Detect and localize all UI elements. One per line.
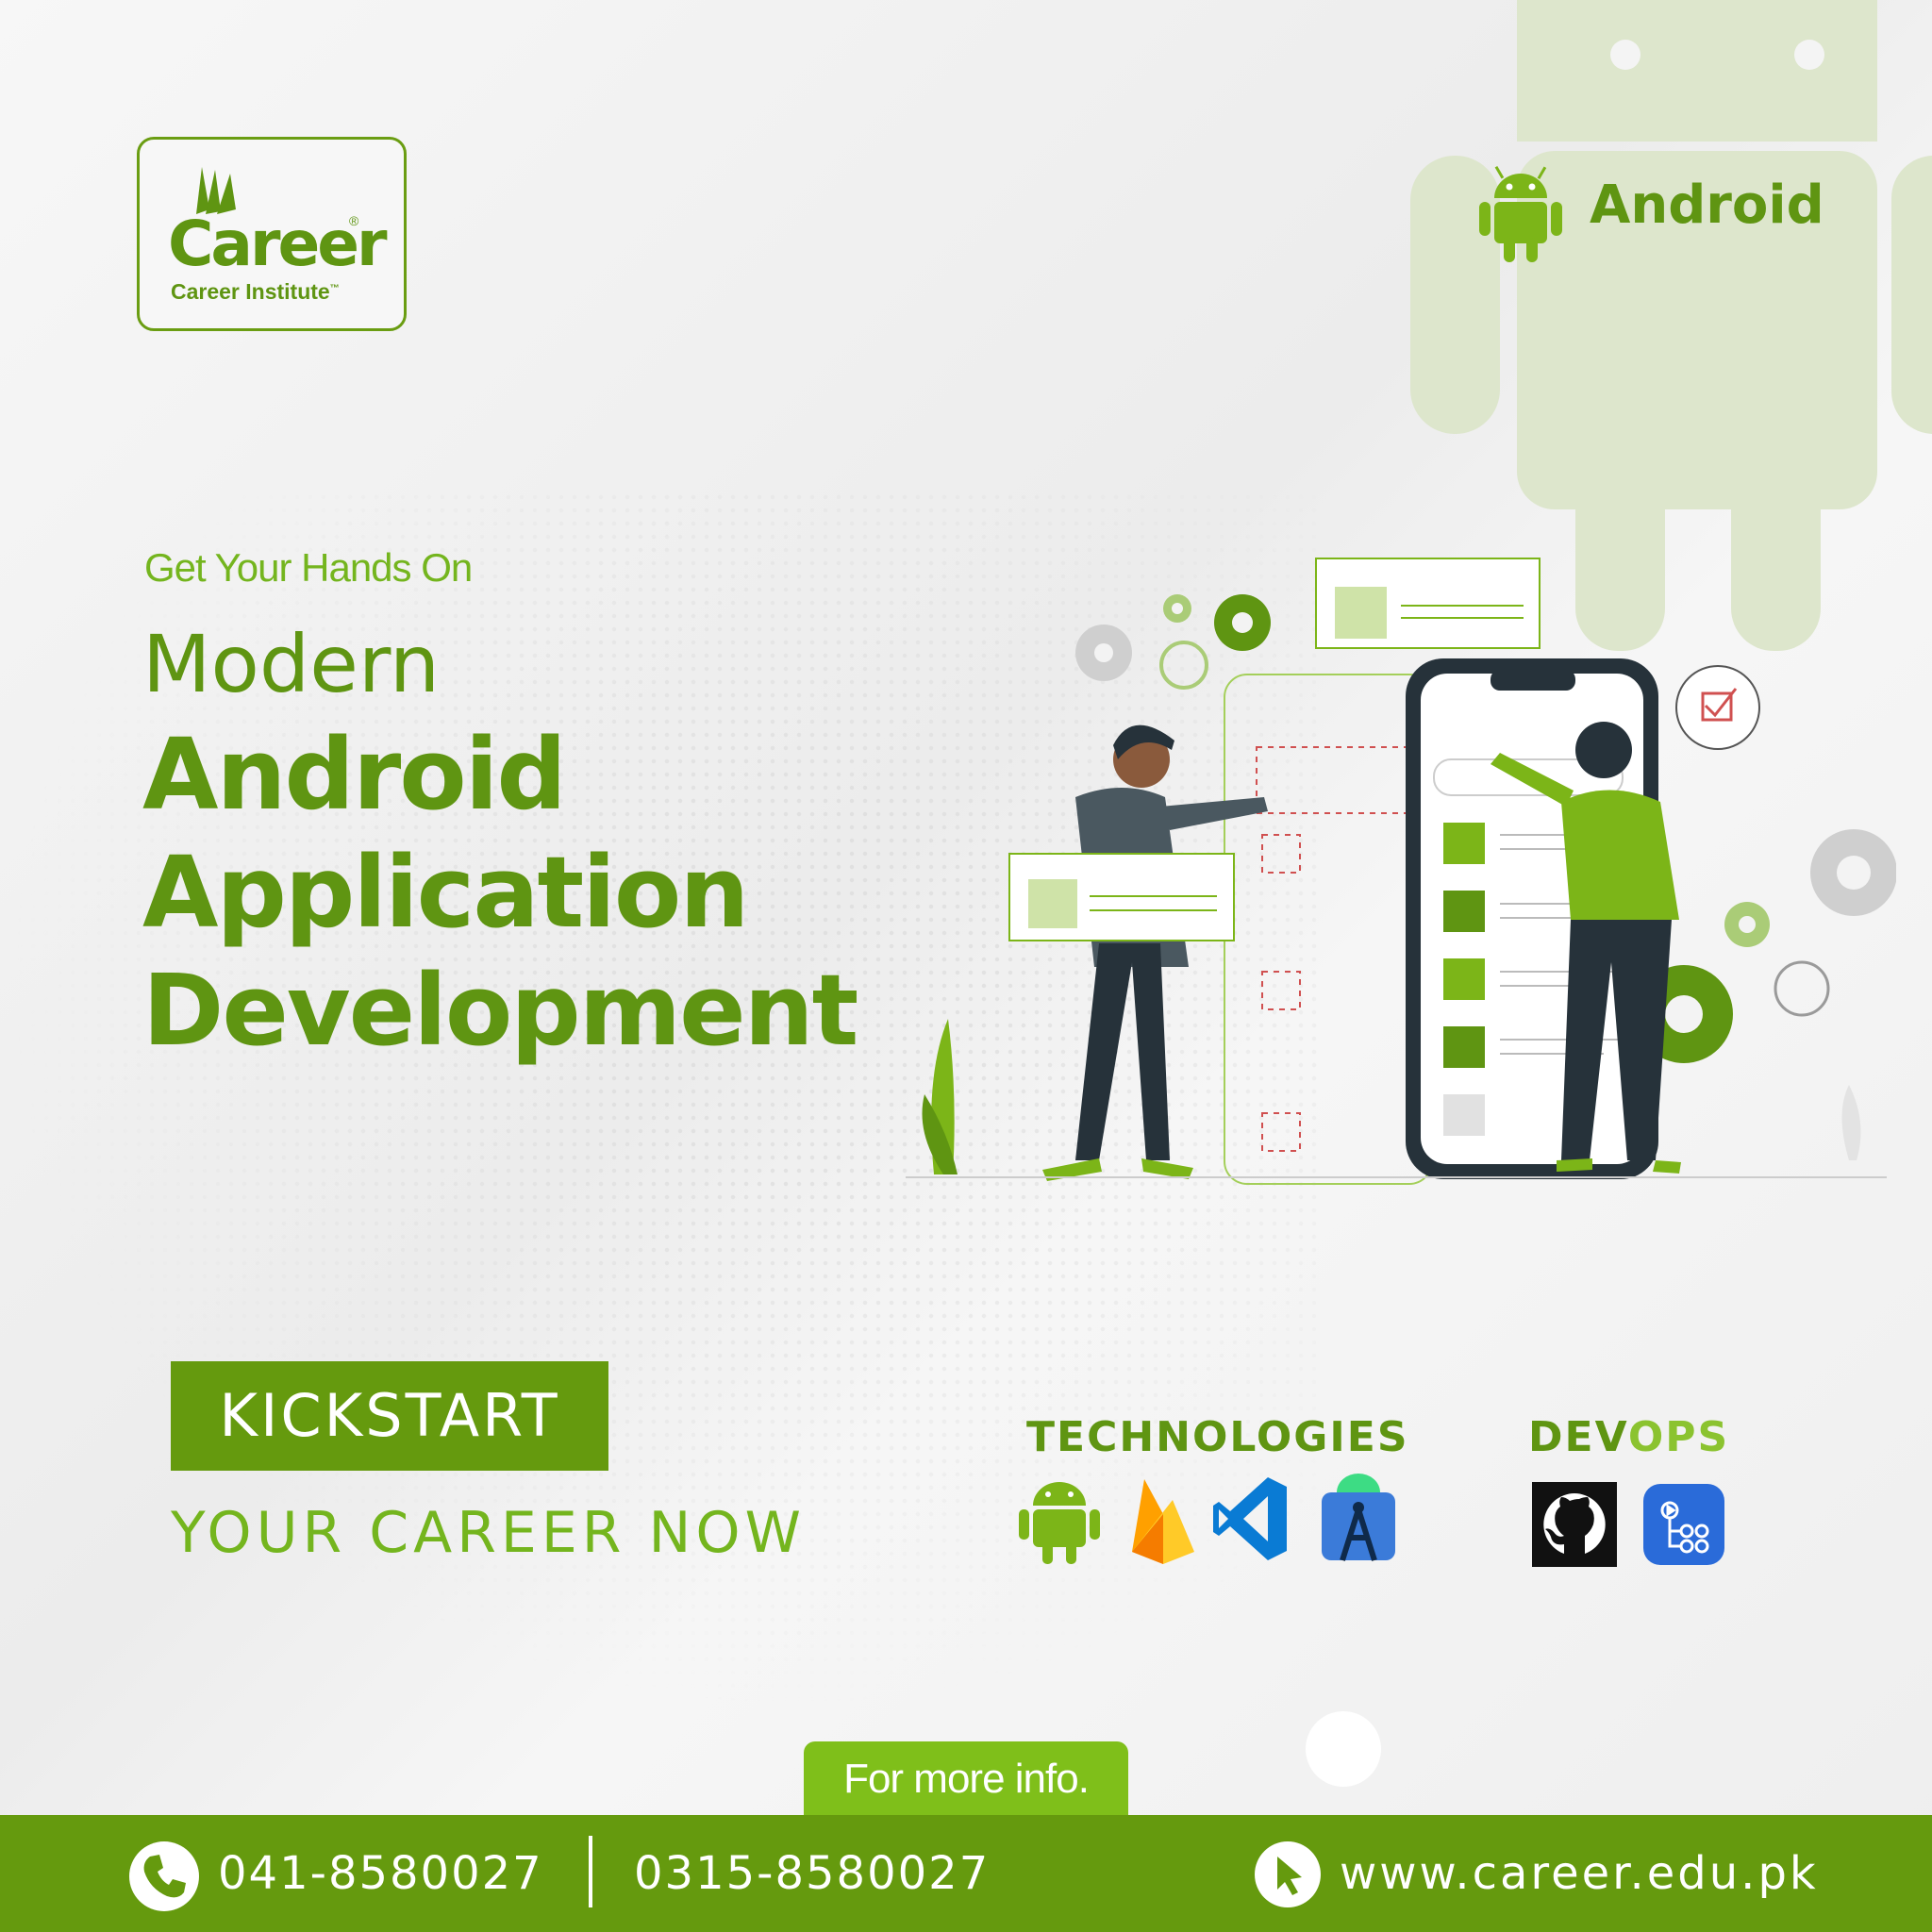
headline-android: Android xyxy=(142,717,567,832)
github-icon xyxy=(1532,1482,1617,1567)
vscode-icon xyxy=(1213,1477,1287,1560)
android-studio-icon xyxy=(1322,1474,1395,1561)
registered-mark: ® xyxy=(349,213,359,228)
phone-number-1[interactable]: 041-8580027 xyxy=(218,1847,543,1900)
headline-application: Application xyxy=(142,835,749,950)
devops-title: DEVOPS xyxy=(1528,1413,1730,1461)
poster-canvas: Career ® Career Institute™ Android Get Y… xyxy=(0,0,1932,1932)
phone-number-2[interactable]: 0315-8580027 xyxy=(634,1847,990,1900)
cursor-icon xyxy=(1255,1841,1321,1907)
more-info-tab[interactable]: For more info. xyxy=(804,1741,1128,1817)
kickstart-button[interactable]: KICKSTART xyxy=(171,1361,608,1471)
azure-pipelines-icon xyxy=(1643,1484,1724,1565)
plant-leaf xyxy=(1841,1085,1861,1160)
developers-illustration xyxy=(906,558,1896,1185)
android-icon xyxy=(1019,1482,1100,1564)
android-icon xyxy=(1479,165,1562,262)
logo-subtitle: Career Institute™ xyxy=(171,279,340,304)
firebase-icon xyxy=(1132,1479,1194,1564)
headline-development: Development xyxy=(142,953,858,1068)
android-badge-label: Android xyxy=(1590,175,1824,236)
decorative-circle xyxy=(1306,1711,1381,1787)
footer-divider xyxy=(589,1836,592,1907)
gear-icon xyxy=(1159,641,1208,690)
chat-bubble-icon xyxy=(1675,665,1760,750)
technologies-title: TECHNOLOGIES xyxy=(1026,1413,1409,1461)
career-logo[interactable]: Career ® Career Institute™ xyxy=(137,137,407,331)
headline-modern: Modern xyxy=(142,618,441,710)
person-left xyxy=(1008,724,1268,1181)
footer-bar: 041-8580027 0315-8580027 www.career.edu.… xyxy=(0,1815,1932,1932)
gear-icon xyxy=(1214,594,1271,651)
phone-icon xyxy=(129,1841,199,1911)
headline-kicker: Get Your Hands On xyxy=(144,545,473,590)
gear-icon xyxy=(1774,960,1830,1017)
website-link[interactable]: www.career.edu.pk xyxy=(1340,1847,1819,1900)
career-now-text: YOUR CAREER NOW xyxy=(171,1500,806,1566)
